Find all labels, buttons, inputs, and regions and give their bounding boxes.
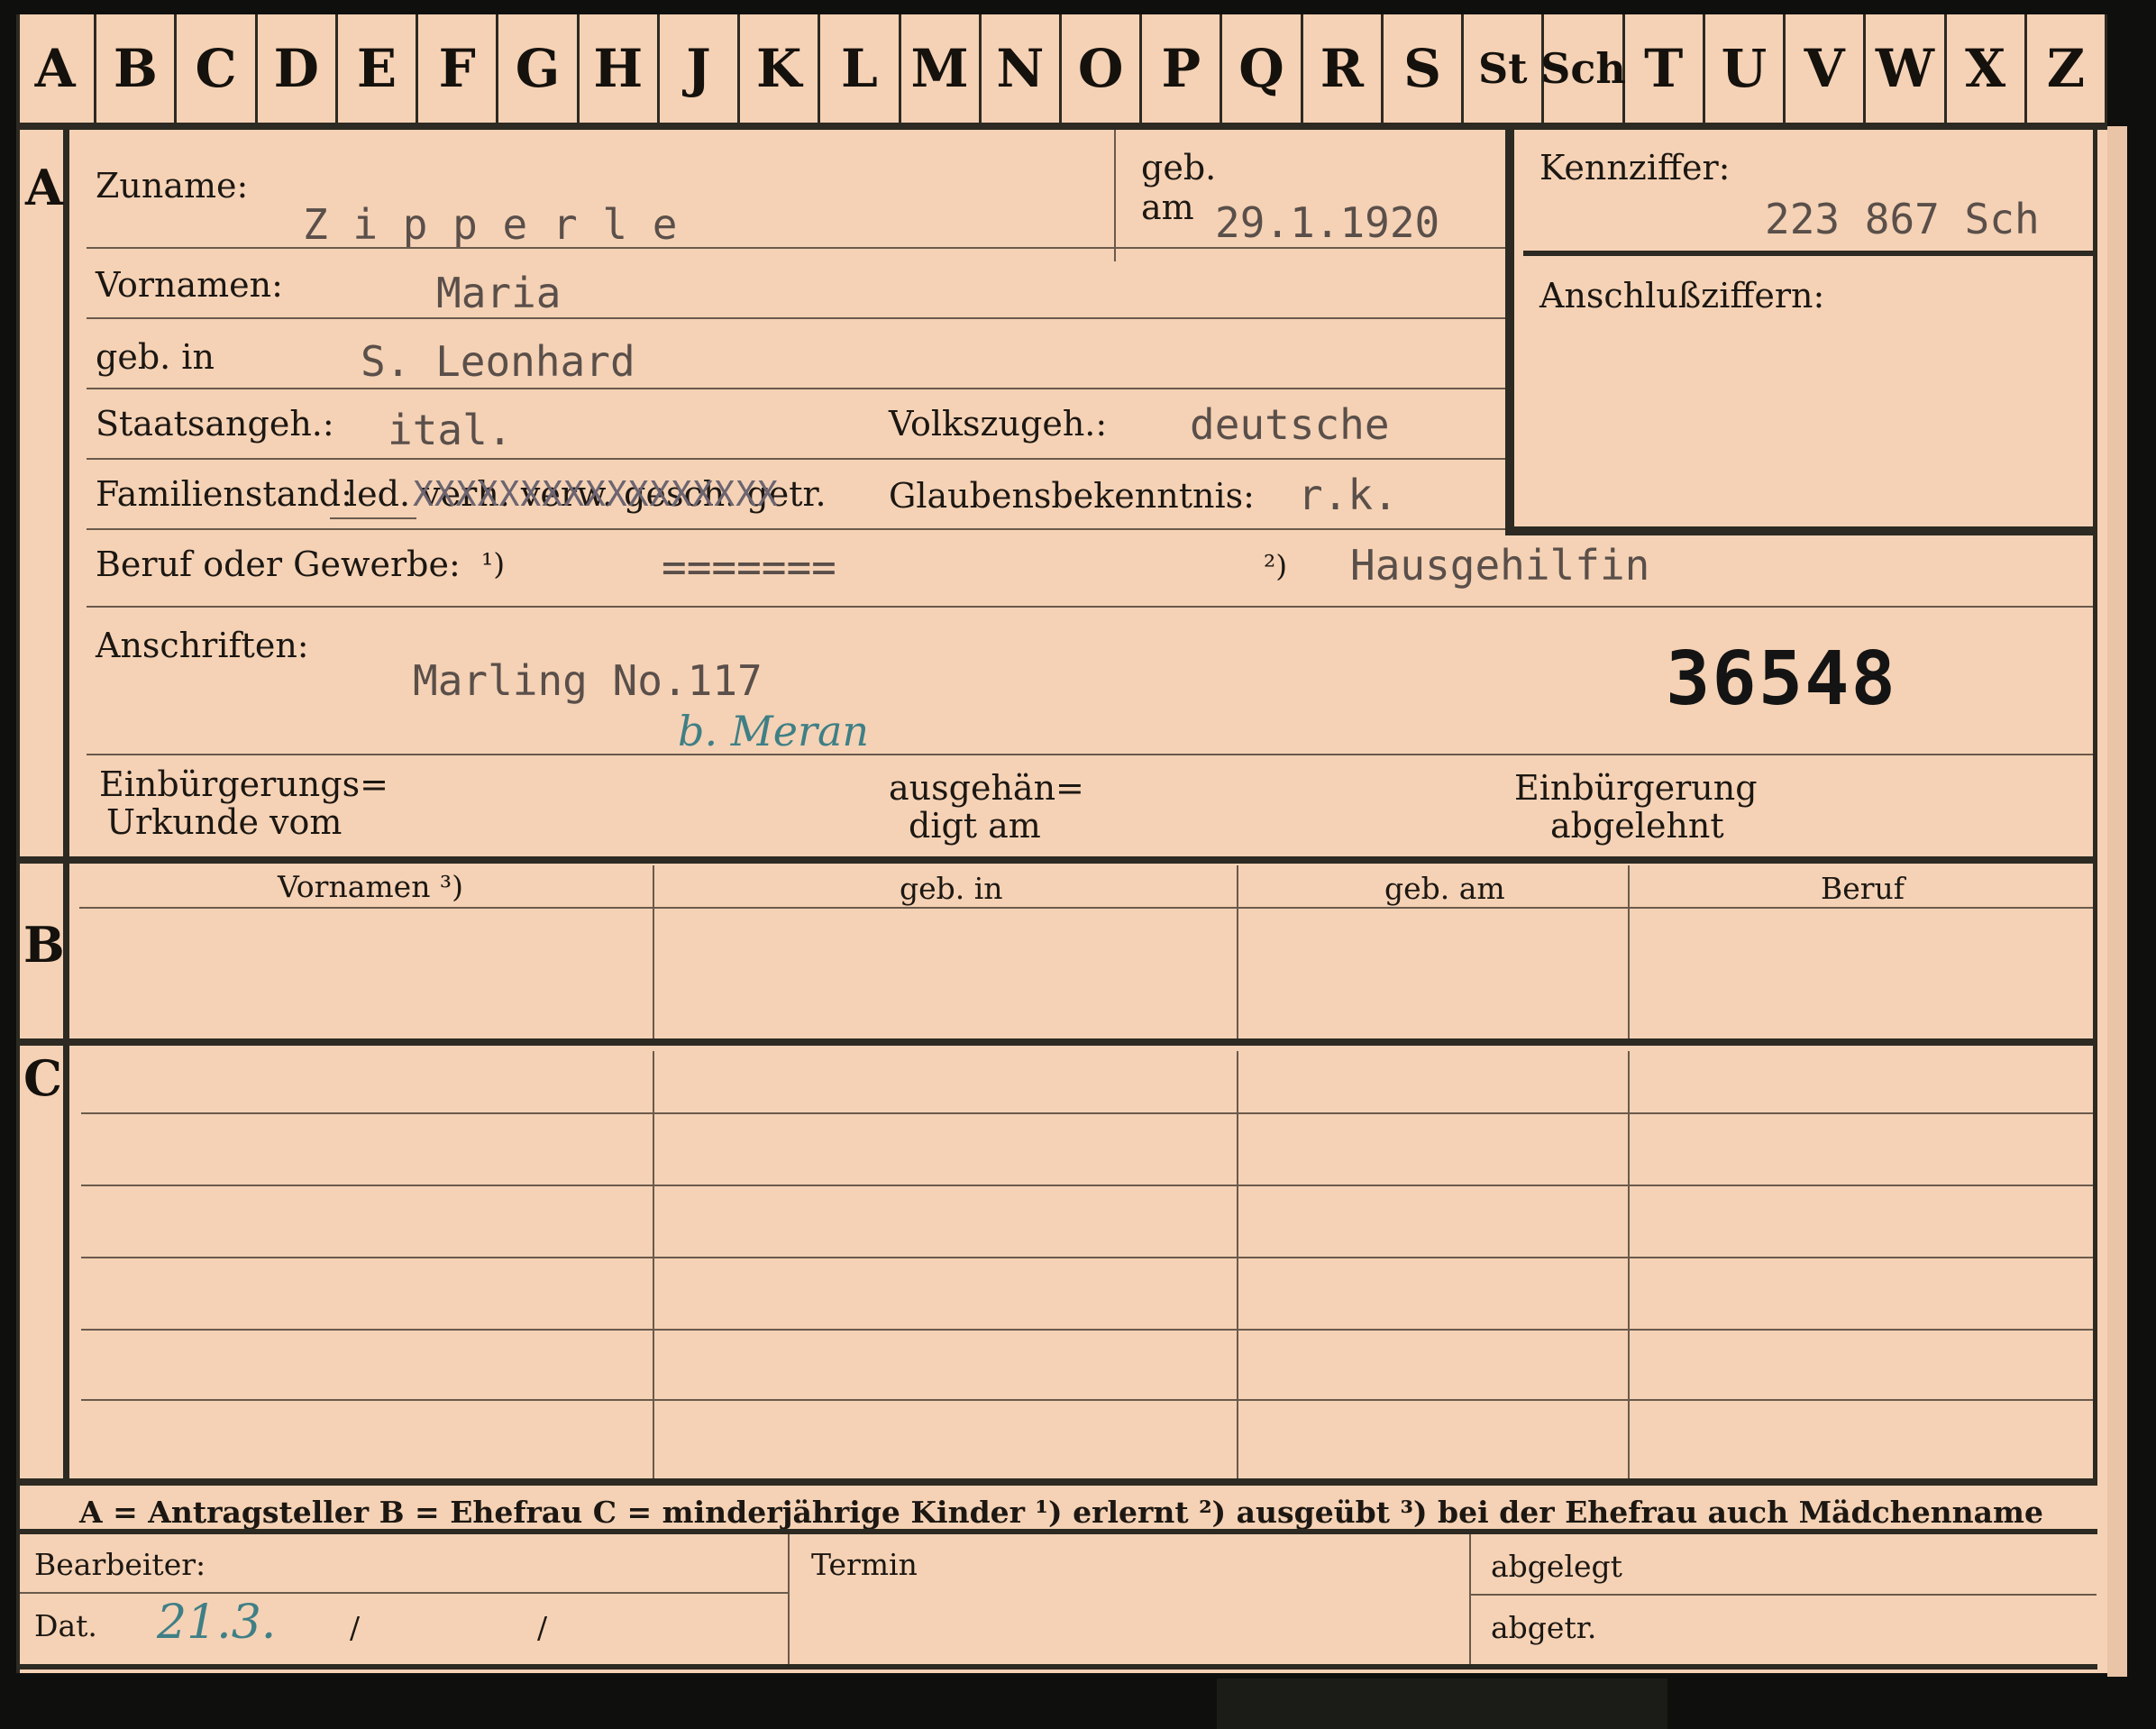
alphabet-tab-z[interactable]: Z — [2027, 14, 2107, 123]
anschlussziffern-label: Anschlußziffern: — [1539, 276, 1825, 316]
alphabet-tab-f[interactable]: F — [418, 14, 499, 123]
geb-in-label: geb. in — [96, 337, 215, 377]
alphabet-tab-e[interactable]: E — [338, 14, 419, 123]
alphabet-tab-strip: A B C D E F G H J K L M N O P Q R S St Sch T U V W X Z — [16, 14, 2107, 124]
einbuergerungs-label-1: Einbürgerungs= — [99, 764, 388, 804]
legend-text: A = Antragsteller B = Ehefrau C = minder… — [79, 1495, 2043, 1530]
alphabet-tab-st[interactable]: St — [1464, 14, 1545, 123]
scan-bottom-band — [1217, 1679, 1667, 1729]
familienstand-label: Familienstand: — [96, 474, 352, 514]
section-letter-a: A — [25, 159, 63, 216]
einbuergerung-label-2: abgelehnt — [1550, 806, 1724, 846]
geb-in-value: S. Leonhard — [361, 337, 635, 386]
alphabet-tab-o[interactable]: O — [1062, 14, 1143, 123]
alphabet-tab-v[interactable]: V — [1786, 14, 1867, 123]
anschriften-label: Anschriften: — [96, 626, 309, 665]
stamped-number: 36548 — [1666, 636, 1897, 722]
col-header-geb-am: geb. am — [1384, 871, 1505, 906]
staatsangeh-value: ital. — [388, 406, 513, 454]
alphabet-tab-n[interactable]: N — [982, 14, 1062, 123]
registration-card: A B C D E F G H J K L M N O P Q R S St Sch T U V W X Z A B C Zuna… — [16, 14, 2107, 1673]
alphabet-tab-h[interactable]: H — [580, 14, 660, 123]
col-header-vornamen: Vornamen ³) — [278, 869, 464, 904]
section-letter-b: B — [23, 916, 65, 974]
beruf-erlernt-value: ======= — [662, 543, 836, 591]
vornamen-value: Maria — [436, 269, 562, 317]
alphabet-tab-m[interactable]: M — [901, 14, 982, 123]
termin-label: Termin — [811, 1547, 918, 1582]
dat-label: Dat. — [34, 1608, 97, 1643]
alphabet-tab-sch[interactable]: Sch — [1540, 14, 1626, 123]
zuname-label: Zuname: — [96, 166, 249, 206]
glaubensbekenntnis-label: Glaubensbekenntnis: — [889, 476, 1255, 516]
staatsangeh-label: Staatsangeh.: — [96, 404, 334, 444]
alphabet-tab-p[interactable]: P — [1142, 14, 1223, 123]
einbuergerung-label-1: Einbürgerung — [1514, 768, 1758, 808]
alphabet-tab-l[interactable]: L — [820, 14, 901, 123]
col-header-beruf: Beruf — [1821, 871, 1905, 906]
alphabet-tab-x[interactable]: X — [1947, 14, 2027, 123]
abgelegt-label: abgelegt — [1491, 1549, 1622, 1584]
geb-am-label: am — [1141, 188, 1194, 227]
kennziffer-value: 223 867 Sch — [1765, 195, 2040, 243]
alphabet-tab-k[interactable]: K — [740, 14, 821, 123]
alphabet-tab-a[interactable]: A — [16, 14, 97, 123]
glaubensbekenntnis-value: r.k. — [1298, 471, 1398, 519]
alphabet-tab-d[interactable]: D — [258, 14, 338, 123]
ausgehaen-label-1: ausgehän= — [889, 768, 1084, 808]
anschrift-value: Marling No.117 — [413, 656, 763, 705]
alphabet-tab-u[interactable]: U — [1705, 14, 1786, 123]
alphabet-tab-b[interactable]: B — [96, 14, 178, 123]
footnote-2-marker: ²) — [1264, 548, 1288, 583]
card-back-edge — [2107, 126, 2127, 1677]
familienstand-crossout: XXXXXXXXXXXXXXXXX — [413, 474, 779, 514]
beruf-label: Beruf oder Gewerbe: — [96, 544, 461, 584]
anschrift-handwritten: b. Meran — [678, 707, 870, 755]
volkszugeh-value: deutsche — [1190, 400, 1390, 449]
footnote-1-marker: ¹) — [481, 546, 506, 581]
alphabet-tab-j[interactable]: J — [660, 14, 741, 123]
vornamen-label: Vornamen: — [96, 265, 283, 305]
dat-slash-1: / — [350, 1610, 361, 1645]
alphabet-tab-w[interactable]: W — [1866, 14, 1947, 123]
dat-slash-2: / — [537, 1610, 548, 1645]
geb-label: geb. — [1141, 148, 1217, 188]
zuname-value: Z i p p e r l e — [303, 200, 678, 249]
beruf-ausgeuebt-value: Hausgehilfin — [1350, 541, 1650, 590]
alphabet-tab-r[interactable]: R — [1303, 14, 1384, 123]
bearbeiter-label: Bearbeiter: — [34, 1547, 206, 1582]
alphabet-tab-s[interactable]: S — [1384, 14, 1465, 123]
kennziffer-label: Kennziffer: — [1539, 148, 1731, 188]
geb-am-value: 29.1.1920 — [1215, 198, 1440, 247]
section-letter-c: C — [23, 1049, 62, 1107]
alphabet-tab-t[interactable]: T — [1625, 14, 1705, 123]
alphabet-tab-q[interactable]: Q — [1222, 14, 1303, 123]
ausgehaen-label-2: digt am — [909, 806, 1041, 846]
alphabet-tab-g[interactable]: G — [498, 14, 580, 123]
dat-handwritten: 21.3. — [157, 1596, 277, 1650]
alphabet-tab-c[interactable]: C — [177, 14, 258, 123]
abgetr-label: abgetr. — [1491, 1610, 1597, 1645]
volkszugeh-label: Volkszugeh.: — [889, 404, 1108, 444]
einbuergerungs-label-2: Urkunde vom — [106, 802, 343, 842]
col-header-geb-in: geb. in — [900, 871, 1003, 906]
